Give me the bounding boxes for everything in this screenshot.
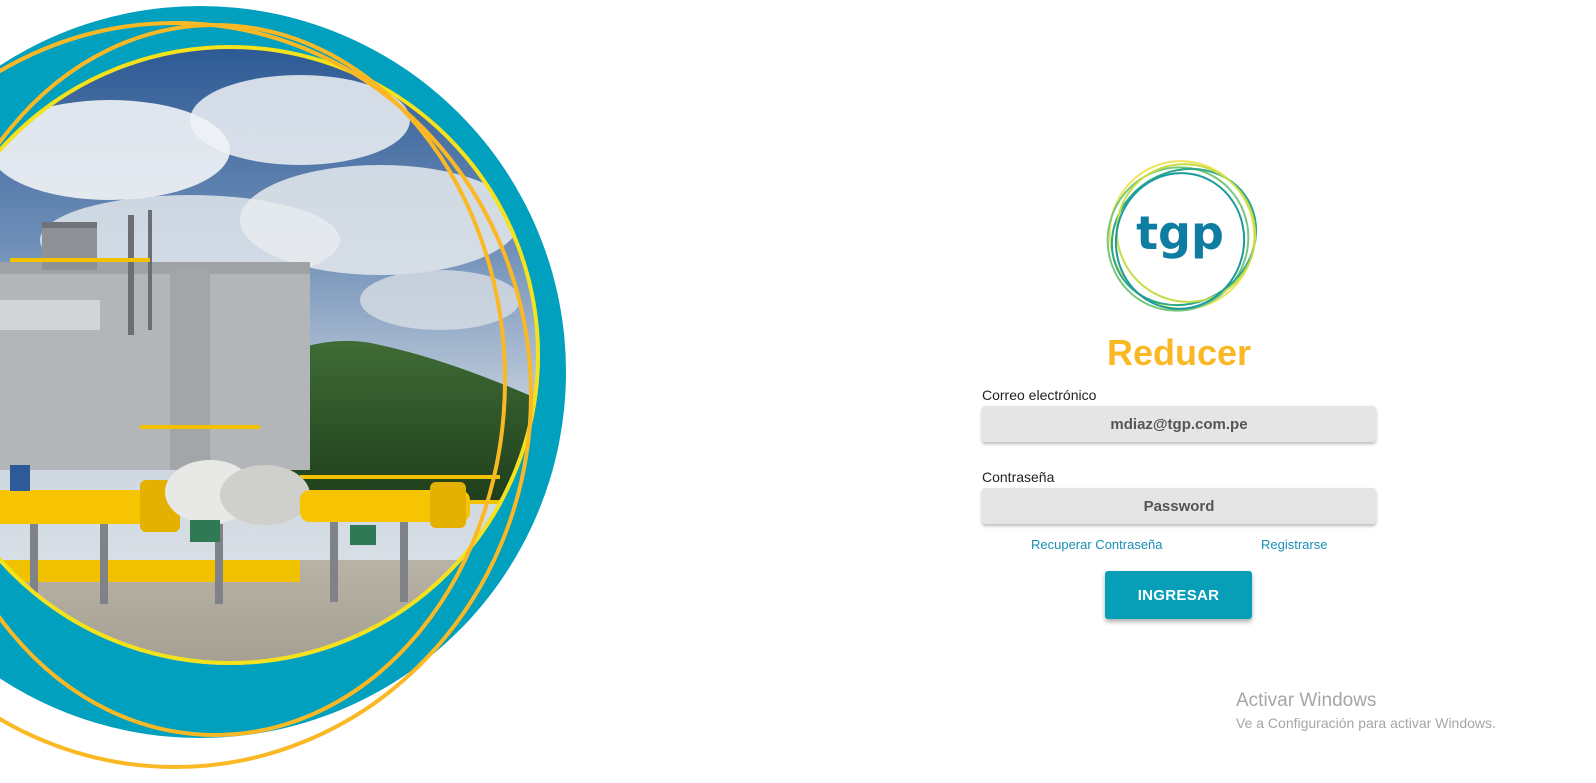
email-label: Correo electrónico	[982, 387, 1097, 403]
login-page: tgp Reducer Correo electrónico Contraseñ…	[0, 0, 1596, 783]
recover-password-link[interactable]: Recuperar Contraseña	[1031, 537, 1163, 553]
watermark-title: Activar Windows	[1236, 690, 1377, 711]
password-label: Contraseña	[982, 469, 1055, 485]
plant-photo	[0, 45, 540, 665]
register-link[interactable]: Registrarse	[1261, 537, 1327, 553]
app-title: Reducer	[1106, 332, 1252, 373]
email-input[interactable]	[982, 406, 1376, 442]
logo-text: tgp	[1136, 206, 1224, 260]
hero-illustration	[0, 6, 566, 769]
tgp-logo: tgp	[1106, 160, 1258, 312]
login-button[interactable]: INGRESAR	[1105, 571, 1252, 619]
password-input[interactable]	[982, 488, 1376, 524]
watermark-subtitle: Ve a Configuración para activar Windows.	[1236, 715, 1496, 731]
windows-activation-watermark: Activar Windows Ve a Configuración para …	[1236, 690, 1496, 732]
